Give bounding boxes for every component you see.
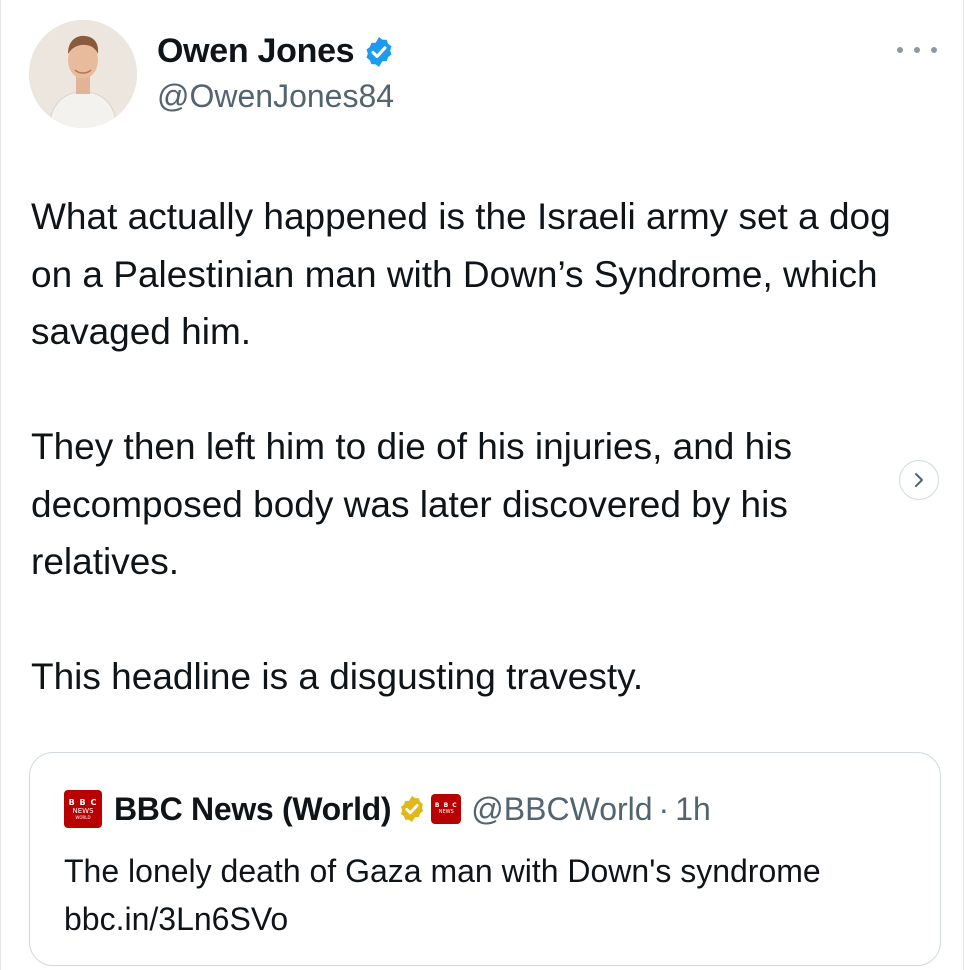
bbc-affiliate-logo: B B C NEWS [431, 794, 462, 824]
quoted-tweet-header: B B C NEWS WORLD BBC News (World) B B C … [64, 787, 711, 831]
avatar[interactable] [29, 20, 137, 128]
verified-badge-icon [366, 36, 392, 67]
meta-separator: · [658, 790, 670, 827]
chevron-right-icon[interactable] [899, 460, 939, 500]
author-name[interactable]: Owen Jones [157, 32, 355, 71]
bbc-news-logo[interactable]: B B C NEWS WORLD [64, 790, 102, 828]
gold-verified-badge-icon [401, 795, 424, 823]
avatar-photo [29, 20, 137, 128]
quoted-timestamp[interactable]: 1h [675, 791, 711, 828]
tweet-text: What actually happened is the Israeli ar… [31, 196, 891, 697]
tweet-card: Owen Jones @OwenJones84 What actually ha… [0, 0, 964, 970]
author-row: Owen Jones [157, 32, 396, 71]
quoted-tweet[interactable]: B B C NEWS WORLD BBC News (World) B B C … [29, 752, 941, 966]
author-handle[interactable]: @OwenJones84 [157, 78, 394, 115]
quoted-author-name[interactable]: BBC News (World) [114, 791, 392, 828]
quoted-handle[interactable]: @BBCWorld [471, 791, 652, 828]
quoted-tweet-text: The lonely death of Gaza man with Down's… [64, 853, 821, 937]
more-horizontal-icon[interactable] [897, 40, 937, 60]
